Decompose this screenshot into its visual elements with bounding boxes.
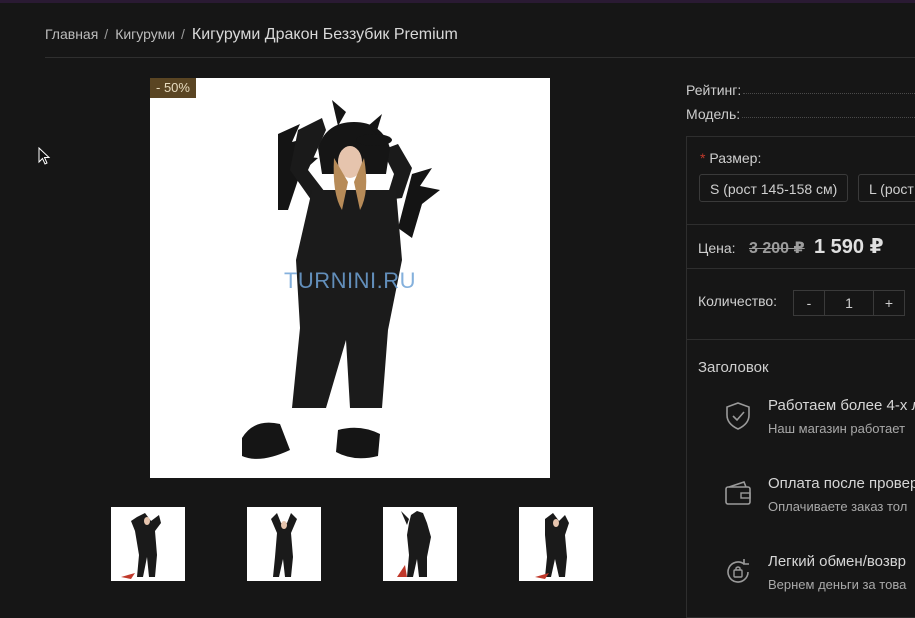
shield-check-icon — [726, 402, 750, 430]
product-main-image[interactable]: - 50% TURNINI.RU — [150, 78, 550, 478]
quantity-increase-button[interactable]: + — [874, 291, 904, 315]
advantage-title: Оплата после провер — [768, 475, 915, 492]
breadcrumb-separator: / — [181, 26, 185, 42]
rating-row: Рейтинг: — [686, 82, 915, 98]
price-label: Цена: — [698, 240, 736, 256]
quantity-input[interactable]: 1 — [824, 291, 874, 315]
thumbnail-photo — [271, 513, 297, 577]
product-thumbnail[interactable] — [111, 507, 185, 581]
advantage-title: Работаем более 4-х л — [768, 397, 915, 414]
advantage-text: Оплачиваете заказ тол — [768, 499, 908, 514]
old-price: 3 200 ₽ — [749, 240, 805, 257]
wallet-icon — [725, 481, 751, 505]
size-label: * Размер: — [700, 150, 761, 166]
size-option-s[interactable]: S (рост 145-158 см) — [699, 174, 848, 202]
quantity-stepper: - 1 + — [793, 290, 905, 316]
panel-divider — [686, 224, 915, 225]
breadcrumb-separator: / — [104, 26, 109, 42]
advantage-text: Вернем деньги за това — [768, 577, 907, 592]
current-price: 1 590 ₽ — [814, 236, 884, 258]
quantity-decrease-button[interactable]: - — [794, 291, 824, 315]
model-label: Модель: — [686, 106, 741, 122]
product-thumbnail[interactable] — [383, 507, 457, 581]
panel-divider — [686, 339, 915, 340]
required-mark: * — [700, 150, 706, 166]
product-thumbnail[interactable] — [519, 507, 593, 581]
thumbnail-photo — [397, 511, 431, 577]
purchase-panel — [686, 136, 915, 618]
dotted-leader — [743, 93, 915, 94]
watermark: TURNINI.RU — [283, 268, 417, 293]
size-option-l[interactable]: L (рост — [858, 174, 915, 202]
advantage-text: Наш магазин работает — [768, 421, 906, 436]
breadcrumb: Главная / Кигуруми / Кигуруми Дракон Без… — [45, 26, 458, 44]
mouse-cursor-icon — [38, 147, 51, 165]
breadcrumb-home-link[interactable]: Главная — [45, 26, 98, 42]
breadcrumb-category-link[interactable]: Кигуруми — [115, 26, 175, 42]
top-accent-bar — [0, 0, 915, 3]
exchange-icon — [727, 559, 749, 583]
panel-divider — [686, 268, 915, 269]
size-label-text: Размер: — [709, 150, 762, 166]
rating-label: Рейтинг: — [686, 82, 742, 98]
model-row: Модель: — [686, 106, 915, 122]
dotted-leader — [742, 117, 915, 118]
quantity-label: Количество: — [698, 293, 778, 309]
breadcrumb-divider — [45, 57, 915, 58]
thumbnail-photo — [121, 513, 161, 579]
advantage-title: Легкий обмен/возвр — [768, 553, 907, 570]
advantages-heading: Заголовок — [698, 359, 769, 376]
thumbnail-photo — [535, 513, 569, 579]
discount-badge: - 50% — [150, 78, 196, 98]
product-thumbnail[interactable] — [247, 507, 321, 581]
page-title: Кигуруми Дракон Беззубик Premium — [191, 26, 458, 43]
